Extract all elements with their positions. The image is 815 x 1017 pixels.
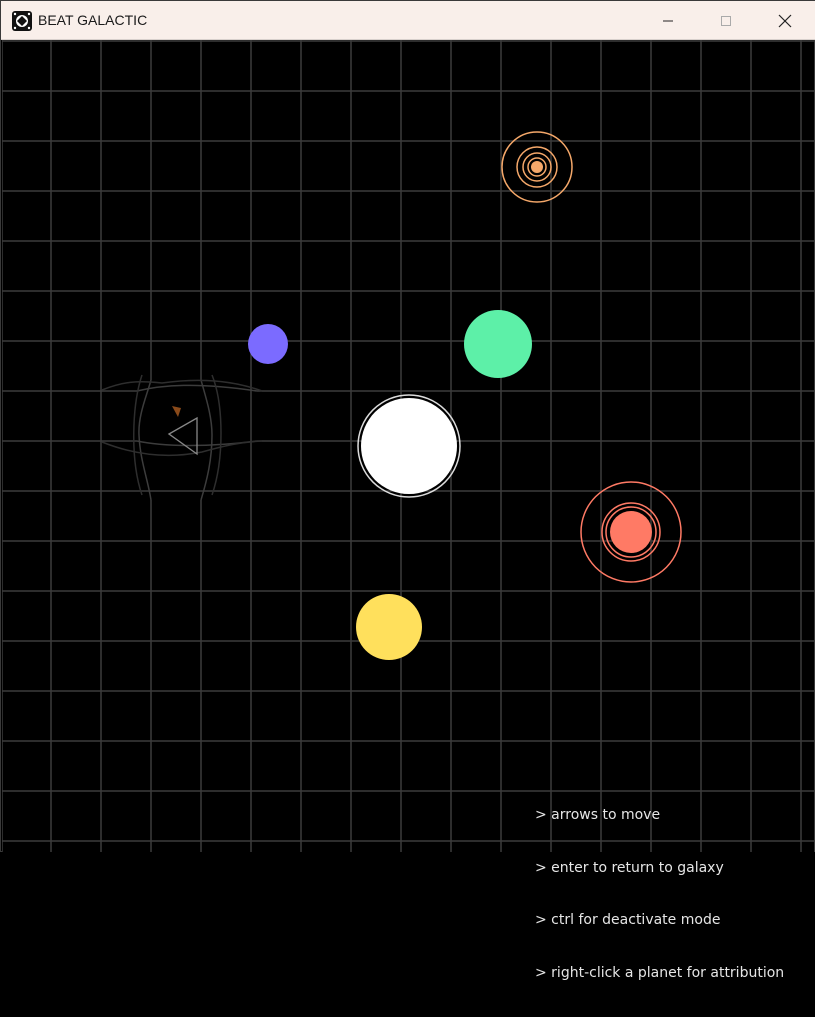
close-button[interactable] [756, 1, 814, 40]
minimize-button[interactable] [639, 1, 697, 40]
minimize-icon [663, 20, 673, 21]
central-star[interactable] [357, 394, 461, 498]
planet-purple[interactable] [248, 324, 288, 364]
help-line-move: > arrows to move [535, 807, 661, 823]
window-title: BEAT GALACTIC [38, 12, 148, 28]
help-line-attribution: > right-click a planet for attribution [535, 964, 785, 981]
game-canvas[interactable] [2, 40, 814, 852]
maximize-icon [721, 15, 731, 26]
planet-yellow[interactable] [356, 594, 422, 660]
close-icon [778, 14, 792, 27]
app-icon [12, 11, 32, 31]
maximize-button[interactable] [697, 1, 755, 40]
planet-green[interactable] [464, 310, 532, 378]
controls-help: > arrows to move > enter to return to ga… [535, 772, 784, 1017]
title-bar[interactable]: BEAT GALACTIC [1, 1, 815, 40]
game-window: BEAT GALACTIC > arrows to move > enter t… [0, 0, 815, 981]
help-line-deactivate: > ctrl for deactivate mode [535, 912, 721, 928]
help-line-return: > enter to return to galaxy [535, 859, 724, 876]
